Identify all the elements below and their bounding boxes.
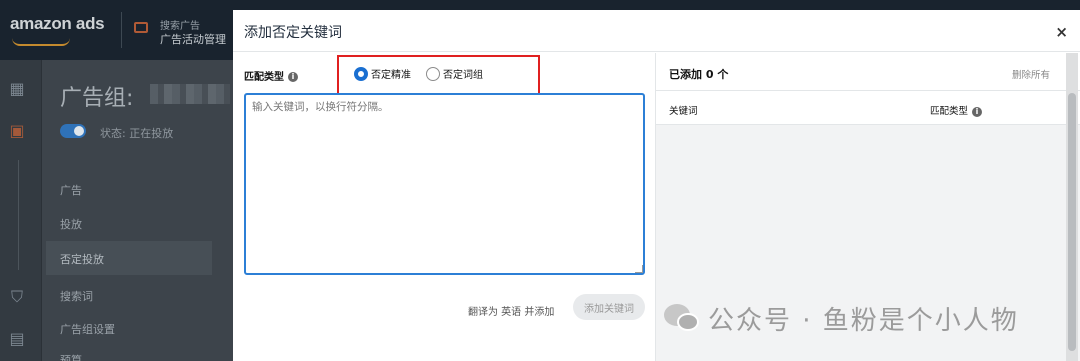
column-header-match-type: 匹配类型 i: [930, 103, 983, 117]
close-icon[interactable]: ×: [1055, 23, 1068, 41]
match-type-text: 匹配类型: [244, 72, 284, 83]
resize-handle-icon[interactable]: [635, 265, 643, 273]
page-title: 广告组:: [60, 86, 134, 111]
amazon-ads-logo[interactable]: amazon ads: [10, 14, 105, 34]
dialog-title: 添加否定关键词: [244, 25, 342, 41]
dialog-header: 添加否定关键词 ×: [233, 10, 1080, 52]
table-header: 关键词 匹配类型 i: [656, 91, 1080, 125]
column-header-keyword: 关键词: [669, 106, 698, 117]
status-text: 状态: 正在投放: [100, 127, 174, 140]
add-keywords-button[interactable]: 添加关键词: [573, 294, 645, 320]
remove-all-link[interactable]: 删除所有: [1012, 67, 1050, 81]
sidebar-item-negative-targeting[interactable]: 否定投放: [46, 241, 212, 275]
info-icon[interactable]: i: [288, 72, 298, 82]
sidebar-item-adgroup-settings[interactable]: 广告组设置: [60, 321, 115, 337]
annotation-highlight-box: [337, 55, 540, 97]
shield-icon[interactable]: ⛉: [8, 288, 26, 306]
wechat-watermark: 公众号 · 鱼粉是个小人物: [660, 298, 1019, 338]
campaign-icon[interactable]: ▣: [8, 122, 26, 140]
sidebar-item-budget[interactable]: 预算: [60, 352, 82, 361]
divider: [121, 12, 122, 48]
nav-divider: [18, 160, 19, 270]
redacted-name: [150, 84, 230, 104]
added-header: 已添加 0 个 删除所有: [656, 53, 1080, 91]
added-count: 已添加 0 个: [669, 68, 729, 81]
gallery-icon[interactable]: ▤: [8, 330, 26, 348]
watermark-text: 公众号 · 鱼粉是个小人物: [708, 305, 1019, 336]
sidebar-item-targeting[interactable]: 投放: [60, 216, 82, 232]
scrollbar[interactable]: [1066, 53, 1078, 361]
left-sidebar: ▦ ▣ ⛉ ▤: [0, 60, 42, 361]
keyword-textarea[interactable]: [244, 93, 645, 275]
scrollbar-thumb[interactable]: [1068, 93, 1076, 351]
sidebar-item-ads[interactable]: 广告: [60, 182, 82, 198]
match-type-header-text: 匹配类型: [930, 106, 969, 117]
wechat-logo-icon: [660, 298, 700, 338]
translate-and-add-link[interactable]: 翻译为 英语 并添加: [468, 303, 554, 318]
breadcrumb-campaign-manager[interactable]: 广告活动管理: [160, 31, 226, 47]
sidebar-item-search-terms[interactable]: 搜索词: [60, 288, 93, 304]
logo-smile-icon: [12, 38, 70, 46]
status-toggle[interactable]: [60, 124, 86, 138]
grid-icon[interactable]: ▦: [8, 80, 26, 98]
breadcrumb-product[interactable]: 搜索广告: [160, 17, 200, 32]
campaign-icon: [134, 22, 148, 33]
info-icon[interactable]: i: [972, 106, 983, 117]
match-type-label: 匹配类型 i: [244, 68, 298, 83]
keyword-input-panel: 匹配类型i 否定精准 否定词组 翻译为 英语 并添加 添加关键词: [233, 53, 655, 361]
